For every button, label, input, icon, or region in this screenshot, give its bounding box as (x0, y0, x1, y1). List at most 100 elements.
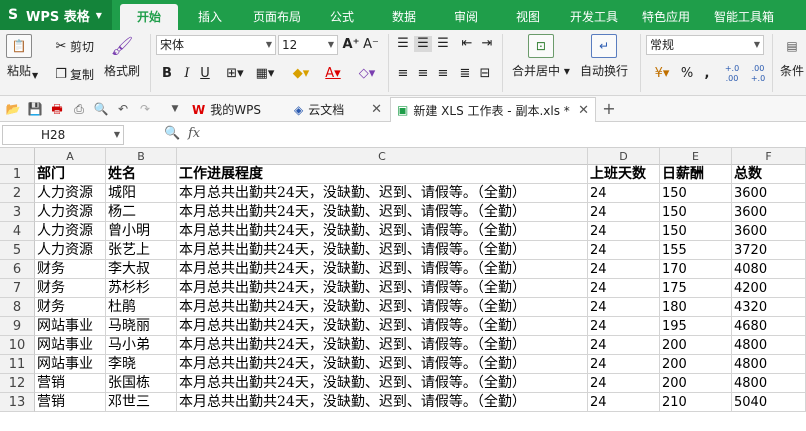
close-icon[interactable]: ✕ (578, 103, 589, 118)
column-header-e[interactable]: E (660, 148, 732, 165)
table-cell[interactable]: 195 (660, 317, 732, 336)
open-folder-icon[interactable]: 📂 (4, 100, 22, 118)
font-color-icon[interactable]: A▾ (320, 66, 346, 82)
fill-color-icon[interactable]: ◆▾ (288, 66, 314, 82)
header-cell[interactable]: 日薪酬 (660, 165, 732, 184)
tab-home[interactable]: 开始 (120, 4, 178, 30)
align-middle-icon[interactable]: ☰ (414, 36, 432, 52)
fill-pattern-icon[interactable]: ▦▾ (252, 66, 278, 82)
chevron-down-icon[interactable]: ▼ (32, 68, 38, 84)
tab-smart-tools[interactable]: 智能工具箱 (706, 4, 782, 30)
row-header[interactable]: 2 (0, 184, 35, 203)
tab-special[interactable]: 特色应用 (634, 4, 698, 30)
tab-data[interactable]: 数据 (380, 4, 428, 30)
table-cell[interactable]: 张国栋 (106, 374, 177, 393)
tab-review[interactable]: 审阅 (442, 4, 490, 30)
table-cell[interactable]: 本月总共出勤共24天，没缺勤、迟到、请假等。（全勤） (177, 241, 588, 260)
header-cell[interactable]: 总数 (732, 165, 806, 184)
new-tab-icon[interactable]: + (600, 100, 618, 118)
font-name-select[interactable]: 宋体 ▼ (156, 35, 276, 55)
table-cell[interactable]: 24 (588, 317, 660, 336)
table-cell[interactable]: 杜鹃 (106, 298, 177, 317)
table-cell[interactable]: 城阳 (106, 184, 177, 203)
merge-center-button[interactable]: ⊡ 合并居中 ▾ (512, 34, 570, 79)
table-cell[interactable]: 邓世三 (106, 393, 177, 412)
table-cell[interactable]: 5040 (732, 393, 806, 412)
row-header[interactable]: 9 (0, 317, 35, 336)
table-cell[interactable]: 李晓 (106, 355, 177, 374)
align-center-icon[interactable]: ≡ (414, 66, 432, 82)
italic-icon[interactable]: I (180, 66, 194, 82)
table-cell[interactable]: 3600 (732, 222, 806, 241)
tab-page-layout[interactable]: 页面布局 (246, 4, 308, 30)
table-cell[interactable]: 24 (588, 279, 660, 298)
table-cell[interactable]: 人力资源 (35, 184, 106, 203)
increase-decimal-icon[interactable]: +.0 .00 (722, 64, 742, 84)
table-cell[interactable]: 4320 (732, 298, 806, 317)
table-cell[interactable]: 210 (660, 393, 732, 412)
table-cell[interactable]: 200 (660, 374, 732, 393)
table-cell[interactable]: 24 (588, 203, 660, 222)
conditional-format-button[interactable]: ▤ 条件 (778, 34, 806, 79)
table-cell[interactable]: 175 (660, 279, 732, 298)
table-cell[interactable]: 杨二 (106, 203, 177, 222)
table-cell[interactable]: 李大叔 (106, 260, 177, 279)
redo-icon[interactable]: ↷ (136, 100, 154, 118)
column-header-b[interactable]: B (106, 148, 177, 165)
row-header[interactable]: 6 (0, 260, 35, 279)
table-cell[interactable]: 网站事业 (35, 355, 106, 374)
undo-icon[interactable]: ↶ (114, 100, 132, 118)
distribute-icon[interactable]: ⊟ (476, 66, 494, 82)
name-box[interactable]: H28 ▼ (2, 125, 124, 145)
decrease-font-icon[interactable]: A⁻ (362, 37, 380, 53)
row-header[interactable]: 8 (0, 298, 35, 317)
table-cell[interactable]: 马小弟 (106, 336, 177, 355)
tab-formulas[interactable]: 公式 (318, 4, 366, 30)
table-cell[interactable]: 人力资源 (35, 241, 106, 260)
row-header[interactable]: 11 (0, 355, 35, 374)
table-cell[interactable]: 本月总共出勤共24天，没缺勤、迟到、请假等。（全勤） (177, 279, 588, 298)
column-header-a[interactable]: A (35, 148, 106, 165)
table-cell[interactable]: 150 (660, 203, 732, 222)
table-cell[interactable]: 150 (660, 222, 732, 241)
table-cell[interactable]: 3720 (732, 241, 806, 260)
align-left-icon[interactable]: ≡ (394, 66, 412, 82)
select-all-corner[interactable] (0, 148, 35, 165)
row-header[interactable]: 12 (0, 374, 35, 393)
currency-icon[interactable]: ¥▾ (650, 66, 674, 82)
wrap-text-button[interactable]: ↵ 自动换行 (580, 34, 628, 79)
table-cell[interactable]: 本月总共出勤共24天，没缺勤、迟到、请假等。（全勤） (177, 317, 588, 336)
table-cell[interactable]: 24 (588, 336, 660, 355)
table-cell[interactable]: 本月总共出勤共24天，没缺勤、迟到、请假等。（全勤） (177, 336, 588, 355)
bold-icon[interactable]: B (160, 66, 174, 82)
tab-developer[interactable]: 开发工具 (562, 4, 626, 30)
table-cell[interactable]: 曾小明 (106, 222, 177, 241)
doc-tab-cloud-docs[interactable]: ◈ 云文档 ✕ (288, 97, 388, 122)
table-cell[interactable]: 200 (660, 336, 732, 355)
zoom-icon[interactable]: 🔍 (164, 126, 180, 141)
header-cell[interactable]: 工作进展程度 (177, 165, 588, 184)
table-cell[interactable]: 营销 (35, 393, 106, 412)
thousands-icon[interactable]: , (700, 66, 714, 82)
table-cell[interactable]: 财务 (35, 298, 106, 317)
underline-icon[interactable]: U (198, 66, 212, 82)
doc-tab-sheet[interactable]: ▣ 新建 XLS 工作表 - 副本.xls * ✕ (390, 97, 596, 122)
justify-icon[interactable]: ≣ (456, 66, 474, 82)
table-cell[interactable]: 4800 (732, 355, 806, 374)
formula-input[interactable] (214, 125, 804, 145)
align-right-icon[interactable]: ≡ (434, 66, 452, 82)
close-icon[interactable]: ✕ (371, 102, 382, 117)
table-cell[interactable]: 200 (660, 355, 732, 374)
border-icon[interactable]: ⊞▾ (222, 66, 248, 82)
tab-insert[interactable]: 插入 (186, 4, 234, 30)
table-cell[interactable]: 24 (588, 184, 660, 203)
table-cell[interactable]: 网站事业 (35, 317, 106, 336)
table-cell[interactable]: 24 (588, 260, 660, 279)
print-icon[interactable]: ⎙ (70, 100, 88, 118)
header-cell[interactable]: 上班天数 (588, 165, 660, 184)
table-cell[interactable]: 财务 (35, 260, 106, 279)
table-cell[interactable]: 3600 (732, 203, 806, 222)
table-cell[interactable]: 网站事业 (35, 336, 106, 355)
number-format-select[interactable]: 常规 ▼ (646, 35, 764, 55)
copy-button[interactable]: ❐ 复制 (52, 66, 94, 83)
